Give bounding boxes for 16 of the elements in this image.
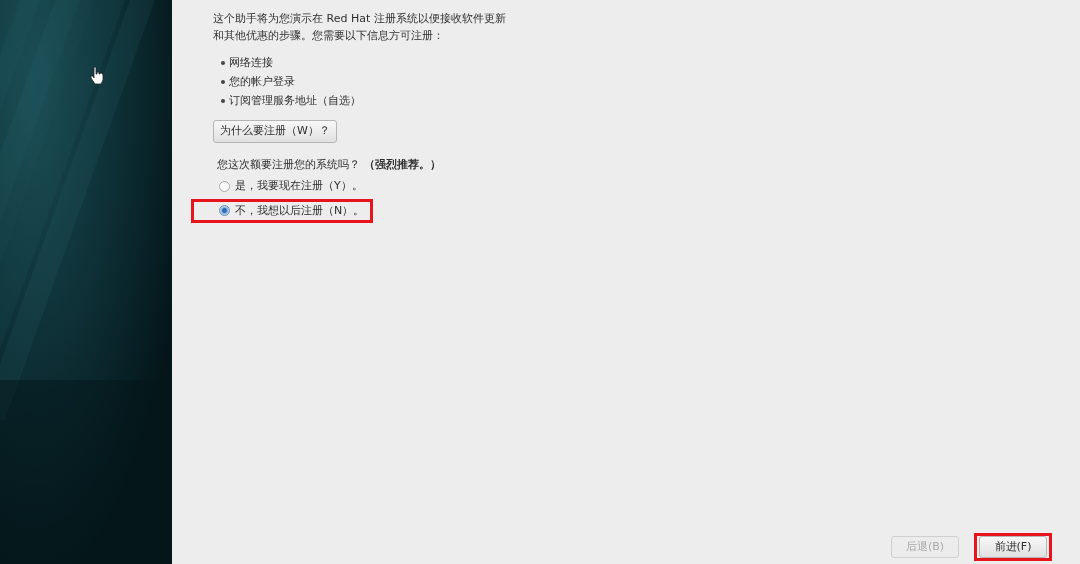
requirement-item: 订阅管理服务地址（自选） (229, 93, 361, 109)
intro-text: 和其他优惠的步骤。您需要以下信息方可注册： (213, 28, 445, 44)
bullet-icon (221, 60, 225, 65)
requirement-item: 网络连接 (229, 55, 273, 71)
requirement-item: 您的帐户登录 (229, 74, 295, 90)
radio-label[interactable]: 不，我想以后注册（N）。 (235, 202, 365, 219)
forward-button[interactable]: 前进(F) (979, 535, 1047, 558)
why-register-button[interactable]: 为什么要注册（W）？ (213, 120, 337, 143)
radio-button[interactable] (219, 205, 230, 217)
radio-label[interactable]: 是，我要现在注册（Y）。 (235, 178, 363, 195)
radio-button[interactable] (219, 180, 230, 192)
bullet-icon (221, 79, 225, 84)
intro-text: 这个助手将为您演示在 Red Hat 注册系统以便接收软件更新 (213, 11, 507, 27)
hand-cursor-icon (90, 66, 104, 84)
bullet-icon (221, 98, 225, 103)
question-text: 您这次额要注册您的系统吗？ （强烈推荐。） (217, 156, 442, 173)
